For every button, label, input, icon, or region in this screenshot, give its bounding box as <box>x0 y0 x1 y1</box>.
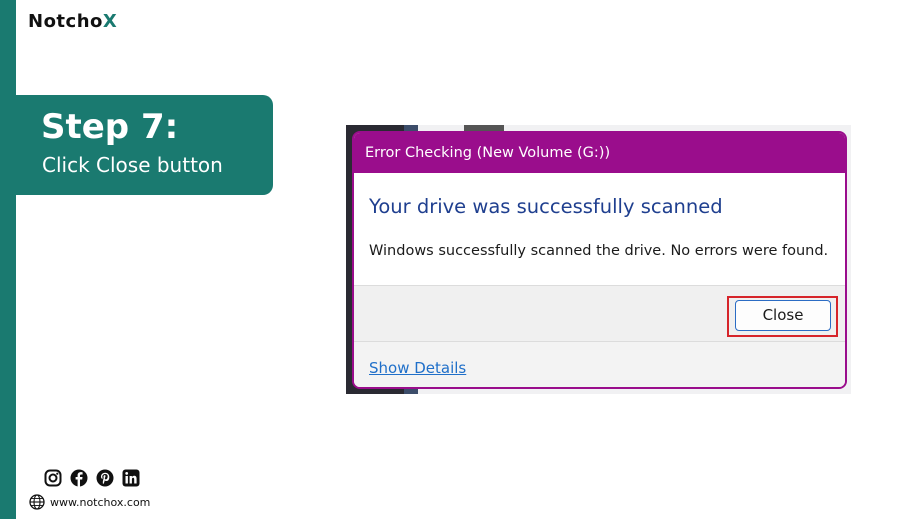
dialog-content: Your drive was successfully scanned Wind… <box>354 173 845 285</box>
pinterest-icon[interactable] <box>96 469 114 487</box>
step-title: Step 7: <box>41 107 179 147</box>
error-checking-dialog: Error Checking (New Volume (G:)) Your dr… <box>352 131 847 389</box>
facebook-icon[interactable] <box>70 469 88 487</box>
details-area: Show Details <box>354 341 845 387</box>
show-details-link[interactable]: Show Details <box>369 359 466 377</box>
dialog-title: Error Checking (New Volume (G:)) <box>354 133 845 173</box>
brand-name-x: X <box>102 11 118 32</box>
step-subtitle: Click Close button <box>42 153 223 177</box>
social-links <box>44 469 140 487</box>
brand-name-prefix: Notch <box>28 11 91 32</box>
dialog-message: Windows successfully scanned the drive. … <box>369 243 829 259</box>
left-accent-bar <box>0 0 16 519</box>
dialog-heading: Your drive was successfully scanned <box>369 195 723 218</box>
brand-logo: NotchoX <box>28 11 117 32</box>
globe-icon <box>29 494 45 510</box>
dialog-footer: Close <box>354 285 845 341</box>
screenshot-area: Error Checking (New Volume (G:)) Your dr… <box>346 125 851 394</box>
website-link[interactable]: www.notchox.com <box>29 494 150 510</box>
step-banner: Step 7: Click Close button <box>16 95 273 195</box>
close-button[interactable]: Close <box>735 300 831 331</box>
website-url[interactable]: www.notchox.com <box>50 496 150 509</box>
brand-name-o: o <box>90 11 103 32</box>
instagram-icon[interactable] <box>44 469 62 487</box>
linkedin-icon[interactable] <box>122 469 140 487</box>
